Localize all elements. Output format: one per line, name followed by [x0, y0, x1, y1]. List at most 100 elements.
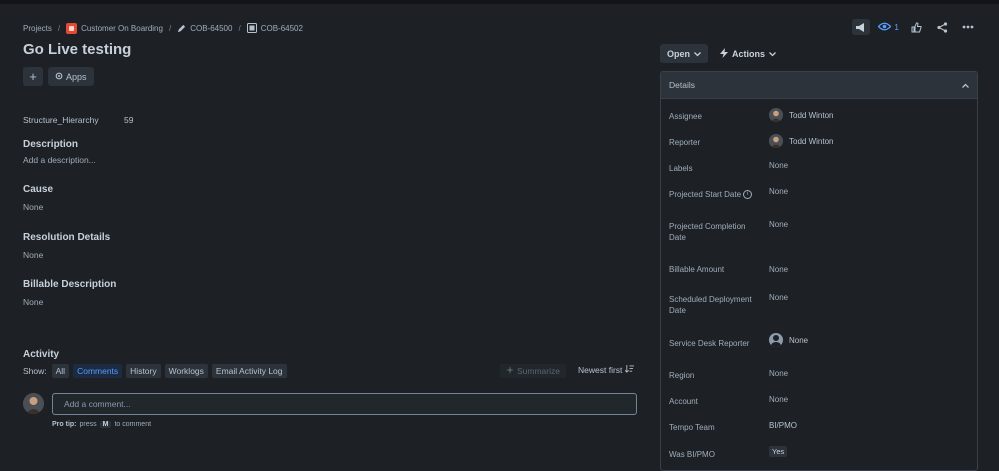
add-button[interactable]: + [23, 67, 43, 86]
subtask-icon [246, 23, 257, 33]
scheduled-deployment-date-value[interactable]: None [769, 293, 788, 302]
cause-value[interactable]: None [23, 202, 43, 212]
apps-icon [55, 72, 63, 82]
service-desk-reporter-value[interactable]: None [769, 333, 808, 347]
details-panel: Details Assignee Todd Winton Reporter To… [660, 71, 978, 471]
projected-start-date-value[interactable]: None [769, 187, 788, 196]
reporter-value[interactable]: Todd Winton [769, 134, 833, 148]
details-heading: Details [669, 80, 695, 90]
billable-amount-none: None [769, 265, 789, 274]
labels-none: None [769, 161, 789, 170]
comment-input[interactable]: Add a comment... [52, 393, 637, 415]
share-icon[interactable] [933, 19, 951, 35]
region-label: Region [669, 371, 695, 380]
status-label: Open [667, 48, 691, 59]
sort-label: Newest first [578, 365, 623, 375]
top-bar [0, 0, 999, 4]
info-icon[interactable]: i [743, 190, 753, 200]
actions-dropdown[interactable]: Actions [714, 44, 782, 63]
breadcrumb-separator: / [238, 23, 241, 33]
reporter-name: Todd Winton [789, 136, 834, 146]
projected-start-date-text: Projected Start Date [669, 190, 742, 199]
summarize-button[interactable]: Summarize [500, 364, 566, 378]
sparkle-icon [506, 366, 514, 376]
description-field[interactable]: Add a description... [23, 155, 96, 165]
projected-completion-date-value[interactable]: None [769, 220, 788, 229]
billable-description-value[interactable]: None [23, 297, 43, 307]
account-none: None [769, 395, 789, 404]
breadcrumb-issue-label: COB-64502 [260, 23, 303, 33]
region-value[interactable]: None [769, 369, 788, 378]
filter-all[interactable]: All [51, 364, 70, 378]
breadcrumb-parent[interactable]: COB-64500 [177, 24, 232, 33]
breadcrumb-separator: / [57, 23, 61, 33]
announcement-icon[interactable] [852, 19, 871, 35]
current-user-avatar [23, 393, 44, 414]
resolution-details-value[interactable]: None [23, 250, 43, 260]
status-dropdown[interactable]: Open [660, 44, 709, 63]
was-bi-pmo-badge: Yes [769, 446, 788, 457]
thumbs-up-icon[interactable] [907, 19, 925, 35]
assignee-value[interactable]: Todd Winton [769, 108, 833, 122]
was-bi-pmo-label: Was BI/PMO [669, 450, 715, 459]
pro-tip-key: M [99, 421, 112, 428]
assignee-name: Todd Winton [789, 110, 834, 120]
watch-button[interactable]: 1 [877, 22, 899, 33]
summarize-label: Summarize [517, 366, 560, 376]
actions-label: Actions [732, 48, 766, 59]
assignee-avatar [769, 108, 783, 122]
tempo-team-value[interactable]: BI/PMO [769, 421, 797, 430]
description-heading: Description [23, 139, 79, 150]
issue-title[interactable]: Go Live testing [23, 41, 131, 58]
service-desk-reporter-none: None [789, 335, 809, 345]
details-header[interactable]: Details [661, 72, 977, 99]
account-value[interactable]: None [769, 395, 788, 404]
region-none: None [769, 369, 789, 378]
labels-value[interactable]: None [769, 161, 788, 170]
apps-button[interactable]: Apps [48, 67, 94, 86]
filter-history[interactable]: History [126, 364, 161, 378]
was-bi-pmo-value[interactable]: Yes [769, 446, 788, 457]
assignee-label: Assignee [669, 112, 702, 121]
more-options-icon[interactable] [959, 19, 977, 35]
breadcrumb-projects[interactable]: Projects [23, 24, 52, 33]
issue-header-actions: 1 [852, 19, 977, 35]
show-label: Show: [23, 366, 47, 376]
sort-icon [625, 365, 635, 375]
billable-amount-value[interactable]: None [769, 265, 788, 274]
pro-tip-suffix: to comment [114, 421, 152, 428]
projected-start-date-none: None [769, 187, 789, 196]
chevron-up-icon [962, 80, 969, 90]
sort-button[interactable]: Newest first [578, 365, 635, 375]
breadcrumb-parent-label: COB-64500 [190, 23, 233, 33]
chevron-down-icon [769, 49, 776, 59]
watch-count: 1 [894, 22, 899, 32]
user-placeholder-icon [769, 333, 783, 347]
lightning-icon [720, 47, 728, 60]
breadcrumb-separator: / [168, 23, 172, 33]
breadcrumb-issue[interactable]: COB-64502 [246, 23, 303, 33]
activity-heading: Activity [23, 349, 60, 360]
structure-hierarchy-value[interactable]: 59 [124, 115, 133, 125]
filter-email-activity-log[interactable]: Email Activity Log [211, 364, 287, 378]
apps-label: Apps [66, 71, 87, 82]
project-icon [66, 22, 78, 34]
filter-comments[interactable]: Comments [73, 364, 123, 378]
tempo-team-name: BI/PMO [769, 421, 798, 430]
reporter-label: Reporter [669, 138, 701, 147]
service-desk-reporter-label: Service Desk Reporter [669, 339, 750, 348]
chevron-down-icon [694, 49, 701, 59]
billable-description-heading: Billable Description [23, 279, 117, 290]
breadcrumb-project-label: Customer On Boarding [81, 23, 163, 33]
pro-tip-prefix: Pro tip: [52, 421, 77, 428]
tempo-team-label: Tempo Team [669, 423, 715, 432]
filter-worklogs[interactable]: Worklogs [164, 364, 208, 378]
labels-label: Labels [669, 164, 693, 173]
billable-amount-label: Billable Amount [669, 265, 725, 274]
activity-filter-bar: Show: All Comments History Worklogs Emai… [23, 364, 287, 378]
breadcrumb-project[interactable]: Customer On Boarding [66, 22, 163, 34]
structure-hierarchy-label: Structure_Hierarchy [23, 115, 99, 125]
account-label: Account [669, 397, 698, 406]
projected-completion-date-label: Projected Completion Date [669, 222, 746, 242]
pro-tip: Pro tip: press M to comment [52, 421, 151, 428]
